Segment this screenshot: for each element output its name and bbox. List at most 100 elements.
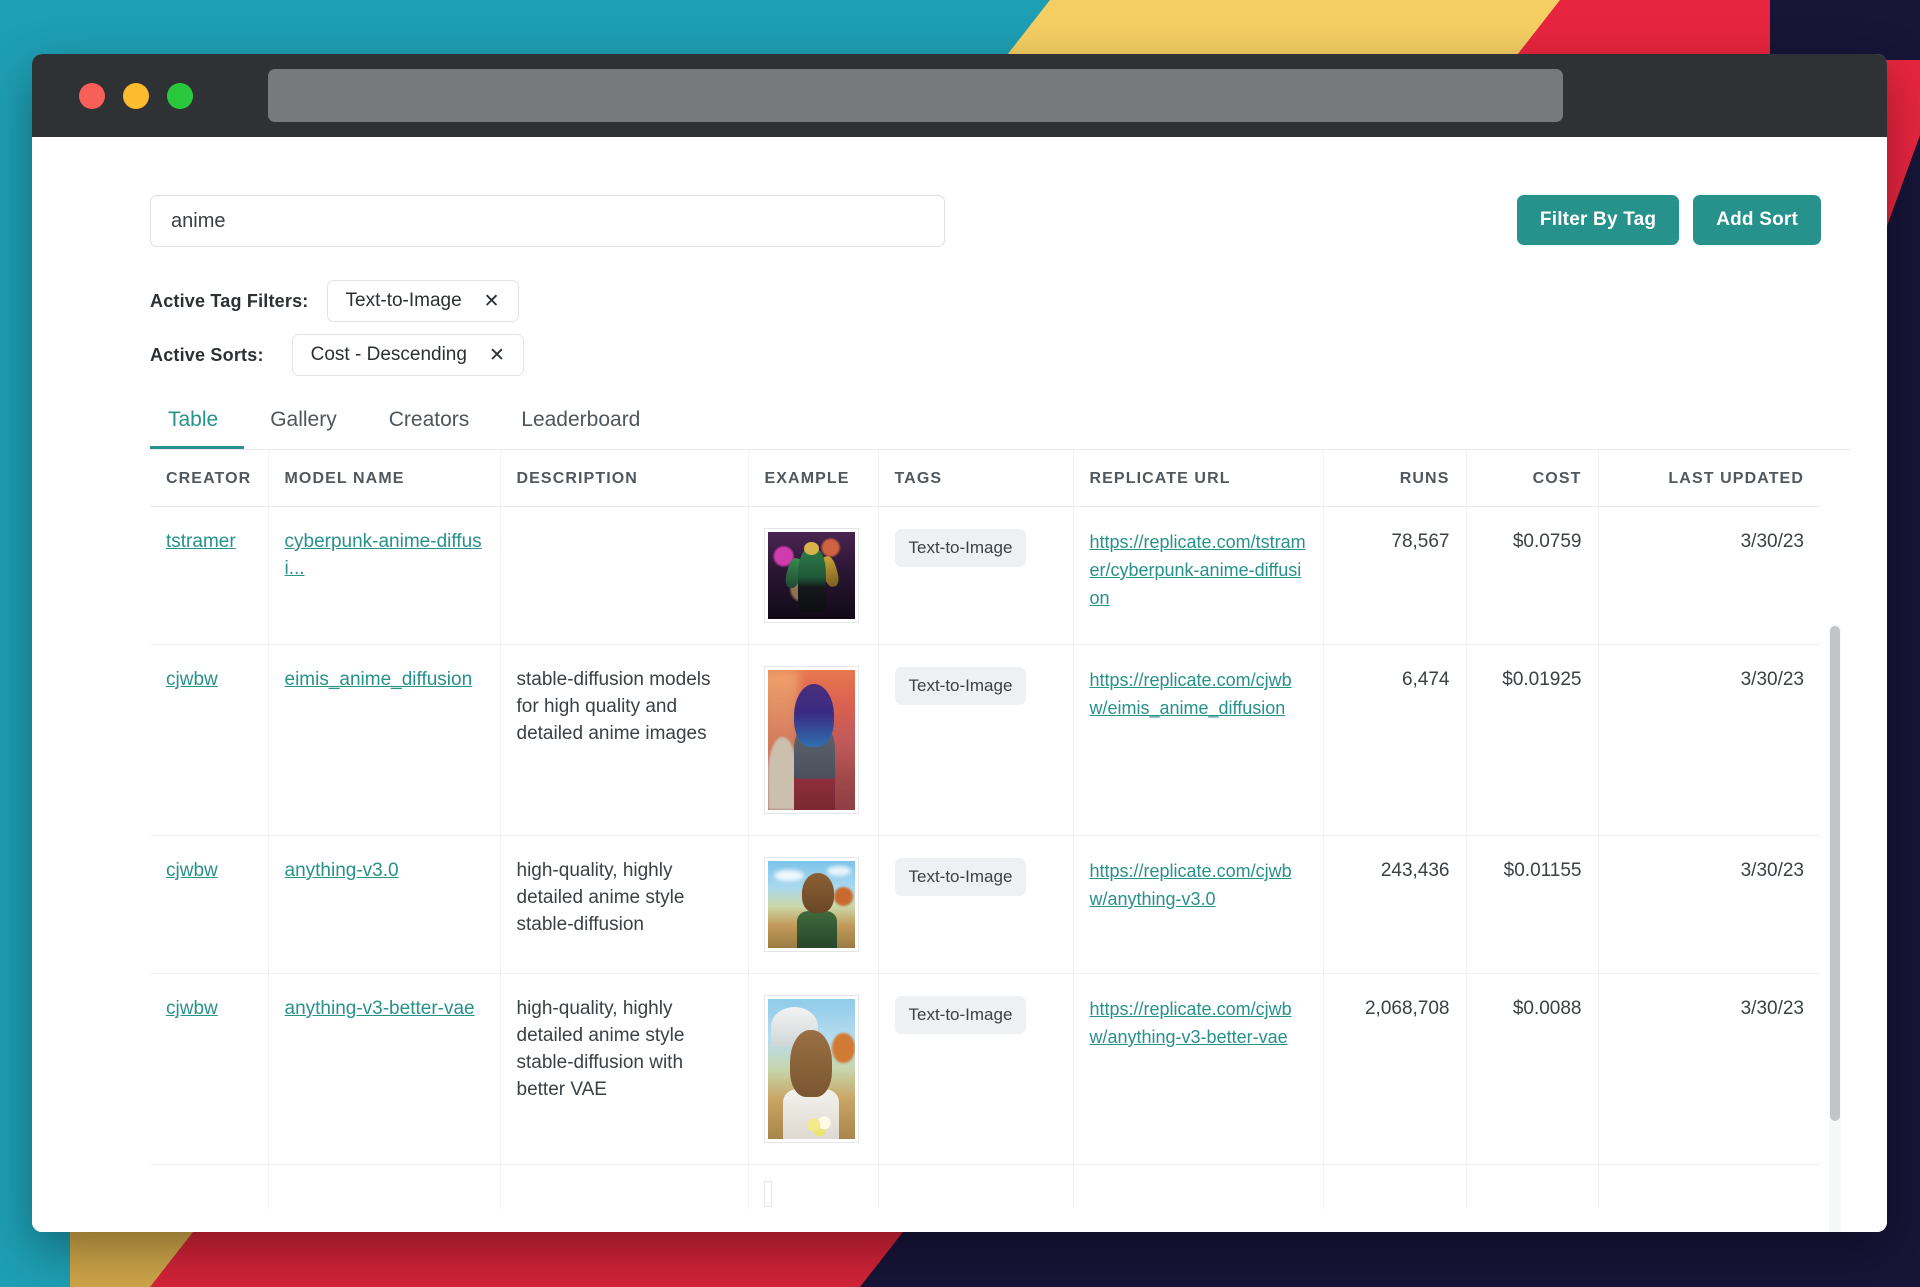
filter-by-tag-button[interactable]: Filter By Tag — [1516, 195, 1680, 245]
cell-model-name: anything-v3-better-vae — [268, 973, 501, 1165]
cell-creator: cjwbw — [150, 835, 269, 974]
cell-example — [748, 973, 879, 1165]
thumbnail-shape — [790, 1029, 832, 1097]
view-tabs: Table Gallery Creators Leaderboard — [32, 408, 1887, 449]
cell-last-updated: 3/30/23 — [1598, 973, 1820, 1165]
tag-badge[interactable]: Text-to-Image — [894, 529, 1027, 568]
model-name-link[interactable]: eimis_anime_diffusion — [285, 669, 473, 690]
example-thumbnail[interactable] — [764, 858, 858, 951]
cell-cost — [1466, 1164, 1599, 1209]
column-header-replicate-url[interactable]: REPLICATE URL — [1073, 450, 1324, 507]
cell-replicate-url: https://replicate.com/tstramer/cyberpunk… — [1073, 506, 1324, 645]
column-header-description[interactable]: DESCRIPTION — [500, 450, 749, 507]
thumbnail-shape — [805, 1113, 832, 1137]
column-header-tags[interactable]: TAGS — [878, 450, 1074, 507]
cell-tags: Text-to-Image — [878, 506, 1074, 645]
model-name-link[interactable]: anything-v3-better-vae — [285, 998, 475, 1019]
page-body: Filter By Tag Add Sort Active Tag Filter… — [32, 137, 1887, 1232]
tag-badge[interactable]: Text-to-Image — [894, 858, 1027, 897]
tab-gallery[interactable]: Gallery — [244, 408, 363, 449]
active-sorts-label: Active Sorts: — [150, 344, 264, 365]
thumbnail-shape — [774, 869, 805, 881]
browser-titlebar — [32, 54, 1887, 137]
column-header-last-updated[interactable]: LAST UPDATED — [1598, 450, 1820, 507]
example-thumbnail[interactable] — [764, 996, 858, 1142]
tag-badge[interactable]: Text-to-Image — [894, 996, 1027, 1035]
cell-tags: Text-to-Image — [878, 973, 1074, 1165]
tab-leaderboard[interactable]: Leaderboard — [495, 408, 666, 449]
column-header-example[interactable]: EXAMPLE — [748, 450, 879, 507]
tag-filter-chip[interactable]: Text-to-Image ✕ — [326, 280, 519, 322]
active-tag-filters-row: Active Tag Filters: Text-to-Image ✕ — [32, 280, 1887, 322]
table-row: cjwbw anything-v3-better-vae high-qualit… — [150, 973, 1820, 1165]
cell-last-updated: 3/30/23 — [1598, 835, 1820, 974]
replicate-url-link[interactable]: https://replicate.com/cjwbw/anything-v3.… — [1090, 861, 1292, 909]
models-table-container[interactable]: CREATOR MODEL NAME DESCRIPTION EXAMPLE T… — [150, 449, 1850, 1209]
cell-model-name — [268, 1164, 501, 1209]
tab-creators[interactable]: Creators — [363, 408, 496, 449]
cell-creator: tstramer — [150, 506, 269, 645]
creator-link[interactable]: tstramer — [166, 531, 236, 552]
cell-model-name: cyberpunk-anime-diffusi... — [268, 506, 501, 645]
table-row: tstramer cyberpunk-anime-diffusi... Text… — [150, 506, 1820, 645]
cell-runs: 2,068,708 — [1323, 973, 1467, 1165]
cell-description: stable-diffusion models for high quality… — [500, 644, 749, 836]
tag-filter-chip-label: Text-to-Image — [345, 290, 462, 311]
table-row: cjwbw eimis_anime_diffusion stable-diffu… — [150, 644, 1820, 836]
table-scrollbar[interactable] — [1829, 624, 1841, 1232]
thumbnail-shape — [793, 684, 834, 747]
models-table: CREATOR MODEL NAME DESCRIPTION EXAMPLE T… — [150, 450, 1820, 1209]
replicate-url-link[interactable]: https://replicate.com/cjwbw/anything-v3-… — [1090, 999, 1292, 1047]
replicate-url-link[interactable]: https://replicate.com/tstramer/cyberpunk… — [1090, 532, 1306, 608]
cell-description — [500, 1164, 749, 1209]
maximize-window-icon[interactable] — [167, 82, 193, 109]
search-input[interactable] — [150, 195, 945, 247]
creator-link[interactable]: cjwbw — [166, 669, 218, 690]
table-header-row: CREATOR MODEL NAME DESCRIPTION EXAMPLE T… — [150, 450, 1820, 507]
cell-creator: cjwbw — [150, 973, 269, 1165]
example-thumbnail[interactable] — [764, 667, 858, 813]
cell-last-updated: 3/30/23 — [1598, 506, 1820, 645]
column-header-runs[interactable]: RUNS — [1323, 450, 1467, 507]
column-header-model-name[interactable]: MODEL NAME — [268, 450, 501, 507]
model-name-link[interactable]: anything-v3.0 — [285, 860, 399, 881]
column-header-cost[interactable]: COST — [1466, 450, 1599, 507]
column-header-creator[interactable]: CREATOR — [150, 450, 269, 507]
remove-tag-filter-icon[interactable]: ✕ — [484, 292, 500, 311]
tab-table[interactable]: Table — [150, 408, 245, 449]
thumbnail-shape — [833, 887, 853, 907]
cell-description: high-quality, highly detailed anime styl… — [500, 973, 749, 1165]
cell-cost: $0.01155 — [1466, 835, 1599, 974]
example-thumbnail[interactable] — [764, 1182, 771, 1206]
remove-sort-icon[interactable]: ✕ — [489, 346, 505, 365]
add-sort-button[interactable]: Add Sort — [1693, 195, 1821, 245]
tag-badge[interactable]: Text-to-Image — [894, 667, 1027, 706]
cell-tags: Text-to-Image — [878, 644, 1074, 836]
replicate-url-link[interactable]: https://replicate.com/cjwbw/eimis_anime_… — [1090, 670, 1292, 718]
models-table-head: CREATOR MODEL NAME DESCRIPTION EXAMPLE T… — [150, 450, 1820, 507]
thumbnail-shape — [831, 1032, 855, 1064]
minimize-window-icon[interactable] — [123, 82, 149, 109]
thumbnail-shape — [797, 911, 838, 948]
table-row-partial — [150, 1164, 1820, 1209]
cell-description: high-quality, highly detailed anime styl… — [500, 835, 749, 974]
creator-link[interactable]: cjwbw — [166, 860, 218, 881]
cell-example — [748, 1164, 879, 1209]
traffic-lights — [79, 82, 193, 109]
example-thumbnail[interactable] — [764, 529, 858, 622]
cell-description — [500, 506, 749, 645]
creator-link[interactable]: cjwbw — [166, 998, 218, 1019]
cell-model-name: anything-v3.0 — [268, 835, 501, 974]
cell-cost: $0.01925 — [1466, 644, 1599, 836]
cell-replicate-url: https://replicate.com/cjwbw/anything-v3.… — [1073, 835, 1324, 974]
address-bar[interactable] — [268, 69, 1563, 122]
cell-runs: 78,567 — [1323, 506, 1467, 645]
sort-chip[interactable]: Cost - Descending ✕ — [291, 334, 524, 376]
close-window-icon[interactable] — [79, 82, 105, 109]
model-name-link[interactable]: cyberpunk-anime-diffusi... — [285, 531, 482, 579]
cell-replicate-url — [1073, 1164, 1324, 1209]
thumbnail-shape — [802, 873, 834, 914]
table-row: cjwbw anything-v3.0 high-quality, highly… — [150, 835, 1820, 974]
thumbnail-shape — [767, 737, 798, 810]
table-scrollbar-thumb[interactable] — [1830, 626, 1840, 1121]
